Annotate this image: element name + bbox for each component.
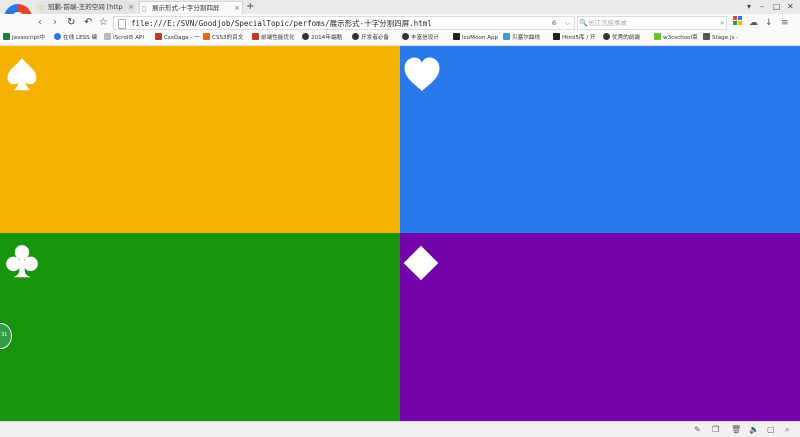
bookmark-item[interactable]: iScroll5 API [104, 32, 152, 45]
bookmark-favicon [453, 33, 460, 40]
bookmark-favicon [252, 33, 259, 40]
bookmark-item[interactable]: IcoMoon App [453, 32, 500, 45]
club-quadrant[interactable] [0, 233, 400, 421]
tab-active[interactable]: ▯ 展示形式-十字分割四屏 × [139, 1, 243, 14]
minimize-button[interactable]: – [760, 0, 764, 13]
bookmark-favicon [104, 33, 111, 40]
bookmark-favicon [352, 33, 359, 40]
bookmark-item[interactable]: 丰富信设计 [402, 32, 450, 45]
tab-qianduan[interactable]: ☆ 冠鹏-前端-王的空间 [http × [36, 1, 136, 14]
menu-dropdown-button[interactable]: ▾ [747, 0, 751, 13]
forward-button[interactable]: › [53, 16, 57, 30]
reload-button[interactable]: ↻ [67, 16, 75, 30]
bookmark-item[interactable]: w3cschool菜 [654, 32, 700, 45]
bookmark-star-button[interactable]: ☆ [99, 16, 108, 30]
menu-icon[interactable]: ≡ [781, 16, 789, 30]
search-placeholder: 长江沉船事故 [588, 19, 627, 27]
bookmark-favicon [3, 33, 10, 40]
page-info-icon[interactable] [118, 19, 126, 29]
apps-icon[interactable] [733, 16, 742, 30]
bookmark-favicon [654, 33, 661, 40]
address-bar[interactable]: file:///E:/SVN/Goodjob/SpecialTopic/perf… [113, 16, 575, 30]
trash-icon[interactable]: 🗑 [731, 424, 741, 435]
navigation-bar: ‹ › ↻ ↶ ☆ file:///E:/SVN/Goodjob/Special… [0, 14, 800, 32]
bookmark-favicon [402, 33, 409, 40]
back-button[interactable]: ‹ [38, 16, 42, 30]
bookmark-item[interactable]: CSS3的目文 [203, 32, 249, 45]
bookmark-item[interactable]: CssOaga - 一 [155, 32, 200, 45]
bookmark-favicon [503, 33, 510, 40]
url-text[interactable]: file:///E:/SVN/Goodjob/SpecialTopic/perf… [131, 17, 432, 30]
cloud-icon[interactable]: ☁ [749, 16, 758, 30]
download-icon[interactable]: ↓ [765, 16, 773, 30]
screenshot-icon[interactable]: ▢ [767, 424, 775, 435]
status-bar: ✎ ❐ 🗑 🔈 ▢ ⌕ [0, 421, 800, 437]
bookmark-item[interactable]: 贝塞尔曲线 [503, 32, 550, 45]
floating-badge: 31 [1, 332, 8, 338]
url-counter: 6 [552, 19, 557, 27]
tab-bar: ☆ 冠鹏-前端-王的空间 [http × ▯ 展示形式-十字分割四屏 × + ▾… [0, 0, 800, 14]
close-icon[interactable]: × [128, 1, 134, 14]
search-engine-icon[interactable]: 🔍 [579, 17, 588, 30]
bookmark-item[interactable]: 开发者必备 [352, 32, 399, 45]
bookmark-favicon [302, 33, 309, 40]
club-icon [6, 245, 38, 278]
heart-quadrant[interactable] [400, 46, 800, 233]
bookmark-favicon [203, 33, 210, 40]
undo-button[interactable]: ↶ [84, 16, 92, 30]
diamond-icon [403, 245, 439, 281]
tab-label: 冠鹏-前端-王的空间 [http [48, 3, 123, 11]
pin-icon[interactable]: ✎ [694, 424, 701, 435]
bookmark-favicon [155, 33, 162, 40]
bookmark-favicon [703, 33, 710, 40]
bookmark-item[interactable]: Stage.js - [703, 32, 749, 45]
tab-label: 展示形式-十字分割四屏 [152, 4, 220, 12]
bookmark-item[interactable]: 优秀的前端 [603, 32, 651, 45]
bookmark-item[interactable]: 前端性能优化 [252, 32, 299, 45]
new-tab-button[interactable]: + [246, 0, 254, 13]
page-icon: ▯ [142, 4, 147, 13]
spade-icon [7, 58, 37, 91]
zoom-icon[interactable]: ⌕ [785, 424, 789, 435]
close-window-button[interactable]: ✕ [787, 0, 794, 13]
bookmark-item[interactable]: 在线 LESS 编 [54, 32, 100, 45]
bookmarks-bar: Javascript中 在线 LESS 编 iScroll5 API CssOa… [0, 32, 800, 46]
heart-icon [404, 57, 440, 91]
bookmark-item[interactable]: Html5库 / 开 [553, 32, 600, 45]
close-icon[interactable]: × [234, 2, 240, 14]
bookmark-favicon [603, 33, 610, 40]
search-input[interactable]: 🔍 长江沉船事故 ⌕ [577, 16, 727, 30]
url-dropdown-icon[interactable]: ⌵ [565, 16, 570, 30]
volume-icon[interactable]: 🔈 [749, 424, 759, 435]
bookmark-item[interactable]: 2014年最酷 [302, 32, 349, 45]
window-icon[interactable]: ❐ [712, 424, 719, 435]
bookmark-favicon [553, 33, 560, 40]
star-icon: ☆ [38, 3, 46, 12]
maximize-button[interactable]: □ [773, 0, 781, 13]
search-icon[interactable]: ⌕ [720, 17, 724, 30]
diamond-quadrant[interactable] [400, 233, 800, 421]
bookmark-favicon [54, 33, 61, 40]
spade-quadrant[interactable] [0, 46, 400, 233]
bookmark-item[interactable]: Javascript中 [3, 32, 51, 45]
